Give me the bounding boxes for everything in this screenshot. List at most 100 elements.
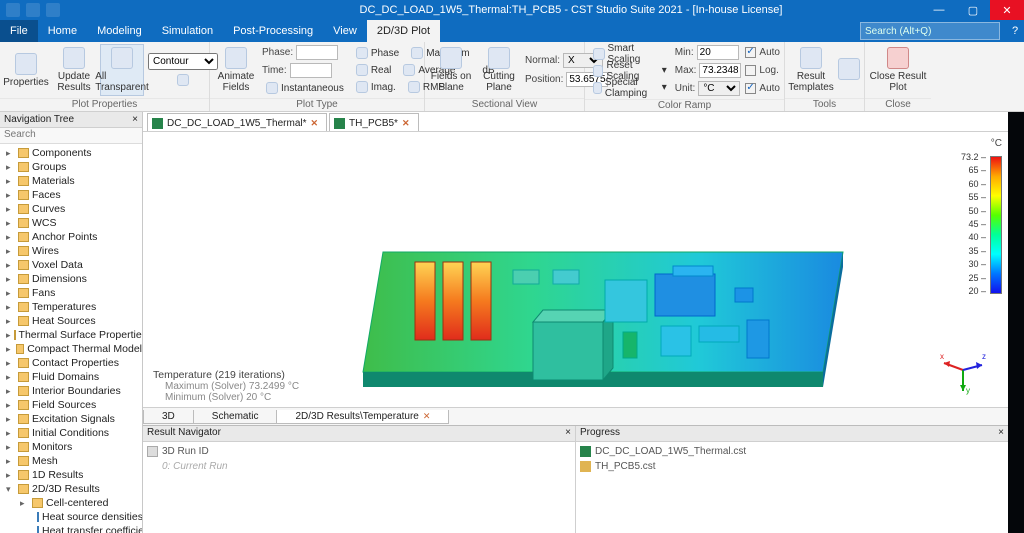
progress-panel: Progress× DC_DC_LOAD_1W5_Thermal.cstTH_P… [576,426,1008,533]
view-tab[interactable]: Schematic [193,410,278,424]
document-tab[interactable]: DC_DC_LOAD_1W5_Thermal*✕ [147,113,327,131]
tree-item[interactable]: ▸Initial Conditions [2,426,142,440]
close-button[interactable]: ✕ [990,0,1024,20]
document-tabs: DC_DC_LOAD_1W5_Thermal*✕TH_PCB5*✕ [143,112,1008,132]
run-id-row[interactable]: 3D Run ID [147,444,571,459]
tab-postprocessing[interactable]: Post-Processing [223,20,323,42]
view-tabs: 3DSchematic2D/3D Results\Temperature✕ [143,407,1008,425]
tree-item[interactable]: ▸Faces [2,188,142,202]
palette-icon[interactable] [148,72,218,88]
document-tab[interactable]: TH_PCB5*✕ [329,113,418,131]
legend-tick: 60 – [961,179,986,189]
tree-item[interactable]: ▸Thermal Surface Properties [2,328,142,342]
tree-item[interactable]: ▸Temperatures [2,300,142,314]
tree-item[interactable]: ▸Groups [2,160,142,174]
tree-item[interactable]: ▸Materials [2,174,142,188]
tree-item[interactable]: ▸WCS [2,216,142,230]
tree-item[interactable]: ▸Excitation Signals [2,412,142,426]
tree-item[interactable]: ▸Curves [2,202,142,216]
special-clamping-button[interactable]: Special Clamping ▾ [589,80,671,96]
imag-button[interactable]: Imag. [352,79,400,95]
macro-button[interactable] [837,44,861,96]
contour-select[interactable]: Contour [148,53,218,70]
tree-item-2d3d-results[interactable]: ▾2D/3D Results [2,482,142,496]
maximize-button[interactable]: ▢ [956,0,990,20]
panel-close-icon[interactable]: × [132,114,138,125]
progress-file-row[interactable]: DC_DC_LOAD_1W5_Thermal.cst [580,444,1004,459]
close-icon[interactable]: ✕ [402,118,410,129]
tree-item[interactable]: ▸Voxel Data [2,258,142,272]
panel-close-icon[interactable]: × [998,427,1004,440]
tab-home[interactable]: Home [38,20,87,42]
animate-fields-button[interactable]: Animate Fields [214,44,258,96]
file-icon [580,446,591,457]
group-label-plot-properties: Plot Properties [0,98,209,111]
close-icon[interactable]: ✕ [311,118,319,129]
tree-item[interactable]: ▸Fluid Domains [2,370,142,384]
tree-item[interactable]: ▸Cell-centered [2,496,142,510]
tab-simulation[interactable]: Simulation [152,20,223,42]
minimize-button[interactable]: — [922,0,956,20]
tree-item[interactable]: ▸Contact Properties [2,356,142,370]
unit-label: Unit: [675,83,696,94]
coordinate-triad[interactable]: x y z [938,345,988,395]
tree-item[interactable]: ▸1D Results [2,468,142,482]
tree-item[interactable]: Heat transfer coefficient [2,524,142,533]
tab-file[interactable]: File [0,20,38,42]
log-checkbox[interactable] [745,65,756,76]
tree-item[interactable]: ▸Components [2,146,142,160]
tab-modeling[interactable]: Modeling [87,20,152,42]
search-input[interactable]: Search (Alt+Q) [860,22,1000,40]
legend-tick: 25 – [961,273,986,283]
view-tab[interactable]: 3D [143,410,194,424]
panel-close-icon[interactable]: × [565,427,571,440]
redo-icon[interactable] [46,3,60,17]
tree-item[interactable]: ▸Monitors [2,440,142,454]
properties-button[interactable]: Properties [4,44,48,96]
progress-file-row[interactable]: TH_PCB5.cst [580,459,1004,474]
nav-search[interactable]: Search [0,128,142,144]
navigation-tree[interactable]: ▸Components▸Groups▸Materials▸Faces▸Curve… [0,144,142,533]
help-icon[interactable]: ? [1006,25,1024,37]
group-label-tools: Tools [785,98,864,111]
phase-button[interactable]: Phase [352,45,403,61]
close-icon[interactable]: ✕ [423,411,431,421]
undo-icon[interactable] [26,3,40,17]
solver-info: Temperature (219 iterations) Maximum (So… [153,369,299,403]
color-legend: °C 73.2 –65 –60 –55 –50 –45 –40 –35 –30 … [958,138,1002,151]
auto-unit-checkbox[interactable] [745,83,756,94]
tab-2d3d-plot[interactable]: 2D/3D Plot [367,20,440,42]
real-button[interactable]: Real [352,62,396,78]
tab-view[interactable]: View [323,20,367,42]
cutting-plane-button[interactable]: Cutting Plane [477,44,521,96]
close-result-plot-button[interactable]: Close Result Plot [869,44,927,96]
time-input[interactable] [290,63,332,78]
min-input[interactable] [697,45,739,60]
fields-on-plane-button[interactable]: Fields on Plane [429,44,473,96]
max-input[interactable] [699,63,741,78]
tree-item[interactable]: ▸Field Sources [2,398,142,412]
result-templates-button[interactable]: Result Templates [789,44,833,96]
tree-item[interactable]: ▸Compact Thermal Model [2,342,142,356]
result-title: Temperature (219 iterations) [153,369,299,381]
auto-min-checkbox[interactable] [745,47,756,58]
update-results-button[interactable]: Update Results [52,44,96,96]
phase-input[interactable] [296,45,338,60]
unit-select[interactable]: °C [698,81,740,96]
instantaneous-button[interactable]: Instantaneous [262,80,348,96]
tree-item[interactable]: ▸Interior Boundaries [2,384,142,398]
svg-text:y: y [966,386,970,395]
view-tab[interactable]: 2D/3D Results\Temperature✕ [276,410,449,424]
all-transparent-button[interactable]: All Transparent [100,44,144,96]
current-run-row[interactable]: 0: Current Run [147,459,571,474]
tree-item[interactable]: ▸Anchor Points [2,230,142,244]
tree-item[interactable]: ▸Heat Sources [2,314,142,328]
3d-view[interactable]: °C 73.2 –65 –60 –55 –50 –45 –40 –35 –30 … [143,132,1008,407]
legend-tick: 40 – [961,232,986,242]
tree-item[interactable]: ▸Mesh [2,454,142,468]
tree-item[interactable]: Heat source densities [2,510,142,524]
tree-item[interactable]: ▸Fans [2,286,142,300]
tree-item[interactable]: ▸Dimensions [2,272,142,286]
save-icon[interactable] [6,3,20,17]
tree-item[interactable]: ▸Wires [2,244,142,258]
